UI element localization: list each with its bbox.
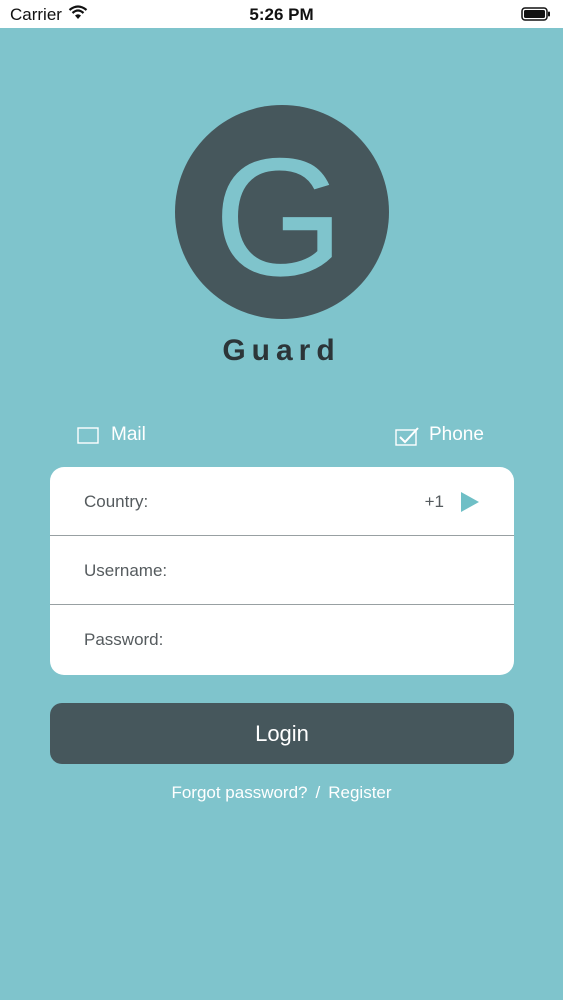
forgot-password-link[interactable]: Forgot password? [171, 783, 307, 802]
login-form-card: Country: +1 Username: Password: [50, 467, 514, 675]
username-row: Username: [50, 536, 514, 605]
phone-label: Phone [429, 424, 484, 445]
password-input[interactable] [230, 621, 494, 659]
password-label: Password: [84, 630, 164, 649]
links-separator: / [315, 783, 321, 802]
username-label: Username: [84, 561, 168, 580]
phone-checkbox-checked-icon[interactable] [395, 426, 419, 446]
country-row[interactable]: Country: +1 [50, 467, 514, 536]
app-name: Guard [222, 334, 341, 367]
app-logo: G [175, 105, 389, 319]
status-time: 5:26 PM [249, 5, 314, 24]
mail-label: Mail [111, 424, 146, 445]
password-row: Password: [50, 605, 514, 675]
register-link[interactable]: Register [328, 783, 391, 802]
country-label: Country: [84, 492, 149, 511]
mail-checkbox-icon[interactable] [77, 426, 99, 444]
country-code-value: +1 [424, 492, 444, 511]
auth-links: Forgot password? / Register [0, 783, 563, 803]
username-input[interactable] [230, 552, 494, 590]
phone-toggle[interactable]: Phone [395, 424, 484, 446]
logo-letter: G [214, 123, 345, 311]
status-bar: Carrier 5:26 PM [0, 0, 563, 28]
play-arrow-icon[interactable] [460, 491, 480, 513]
login-button[interactable]: Login [50, 703, 514, 764]
mail-toggle[interactable]: Mail [77, 424, 146, 446]
battery-icon [521, 6, 551, 21]
